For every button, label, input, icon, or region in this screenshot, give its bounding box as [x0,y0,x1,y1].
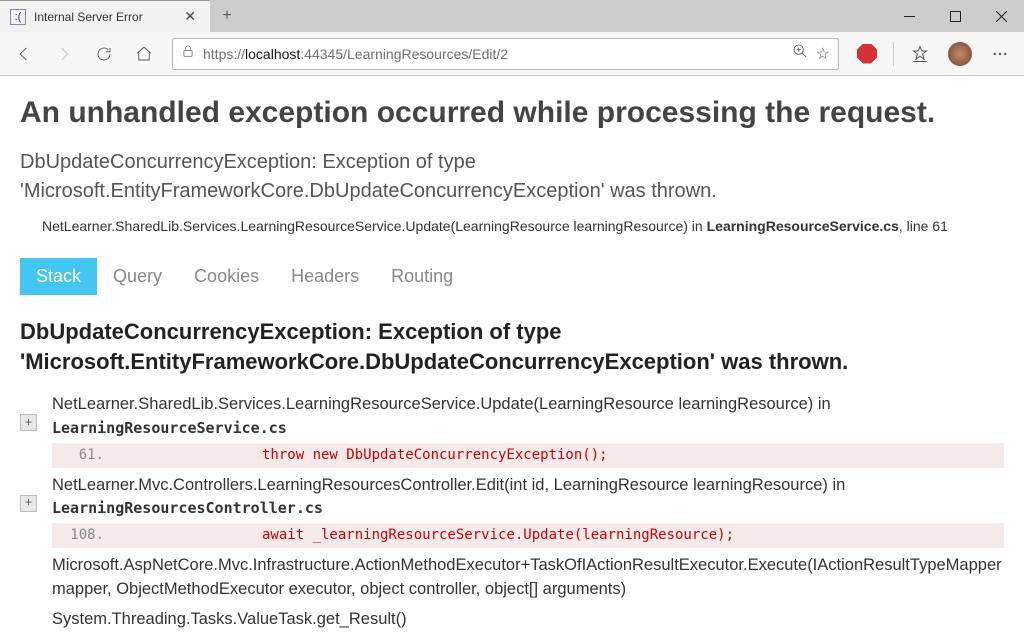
stack-frame: + NetLearner.Mvc.Controllers.LearningReso… [20,471,1004,551]
error-tab-stack[interactable]: Stack [20,258,97,295]
tab-close-button[interactable]: ✕ [180,8,200,25]
new-tab-button[interactable]: + [210,0,244,32]
refresh-button[interactable] [86,36,122,72]
code-text: await _learningResourceService.Update(le… [122,525,1004,545]
adblock-icon[interactable] [849,36,885,72]
error-tab-cookies[interactable]: Cookies [178,258,275,295]
browser-tab[interactable]: :( Internal Server Error ✕ [0,0,210,32]
frame-call: Microsoft.AspNetCore.Mvc.Infrastructure.… [52,554,1004,602]
frame-file: LearningResourcesController.cs [52,499,323,517]
stack-frame: Microsoft.AspNetCore.Mvc.Infrastructure.… [20,551,1004,605]
error-tab-headers[interactable]: Headers [275,258,375,295]
frame-file: LearningResourceService.cs [52,419,287,437]
zoom-icon[interactable] [792,43,808,64]
window-controls [886,0,1024,32]
stack-heading: DbUpdateConcurrencyException: Exception … [20,317,1004,376]
error-tab-routing[interactable]: Routing [375,258,469,295]
stack-frame: System.Runtime.CompilerServices.ValueTas… [20,634,1004,641]
expand-frame-button[interactable]: + [20,414,37,431]
stack-frames: + NetLearner.SharedLib.Services.LearningR… [20,390,1004,641]
tab-title: Internal Server Error [34,10,172,24]
url-text: https://localhost:44345/LearningResource… [203,46,784,62]
lock-icon [181,44,195,63]
frame-call: NetLearner.SharedLib.Services.LearningRe… [52,393,1004,441]
error-tabs: StackQueryCookiesHeadersRouting [20,258,1004,295]
browser-titlebar: :( Internal Server Error ✕ + [0,0,1024,32]
page-content[interactable]: An unhandled exception occurred while pr… [0,76,1024,641]
frame-call: System.Threading.Tasks.ValueTask.get_Res… [52,608,1004,632]
close-window-button[interactable] [978,0,1024,32]
error-subtitle: DbUpdateConcurrencyException: Exception … [20,148,1004,206]
avatar-icon [948,42,972,66]
back-button[interactable] [6,36,42,72]
home-button[interactable] [126,36,162,72]
error-tab-query[interactable]: Query [97,258,178,295]
error-title: An unhandled exception occurred while pr… [20,96,1004,130]
profile-button[interactable] [942,36,978,72]
maximize-button[interactable] [932,0,978,32]
address-bar[interactable]: https://localhost:44345/LearningResource… [172,38,839,70]
error-location: NetLearner.SharedLib.Services.LearningRe… [20,218,1004,234]
menu-button[interactable] [982,36,1018,72]
separator [893,42,894,66]
favicon-icon: :( [10,9,26,25]
code-text: throw new DbUpdateConcurrencyException()… [122,445,1004,465]
forward-button[interactable] [46,36,82,72]
stack-frame: + NetLearner.SharedLib.Services.LearningR… [20,390,1004,470]
frame-call: NetLearner.Mvc.Controllers.LearningResou… [52,474,1004,522]
favorite-icon[interactable]: ☆ [816,44,830,64]
frame-call: System.Runtime.CompilerServices.ValueTas… [52,637,1004,641]
stack-frame: System.Threading.Tasks.ValueTask.get_Res… [20,605,1004,635]
minimize-button[interactable] [886,0,932,32]
line-number: 108. [52,525,122,545]
frame-codeline: 108.await _learningResourceService.Updat… [52,523,1004,547]
favorites-button[interactable] [902,36,938,72]
expand-frame-button[interactable]: + [20,495,37,512]
browser-toolbar: https://localhost:44345/LearningResource… [0,32,1024,76]
line-number: 61. [52,445,122,465]
frame-codeline: 61.throw new DbUpdateConcurrencyExceptio… [52,443,1004,467]
